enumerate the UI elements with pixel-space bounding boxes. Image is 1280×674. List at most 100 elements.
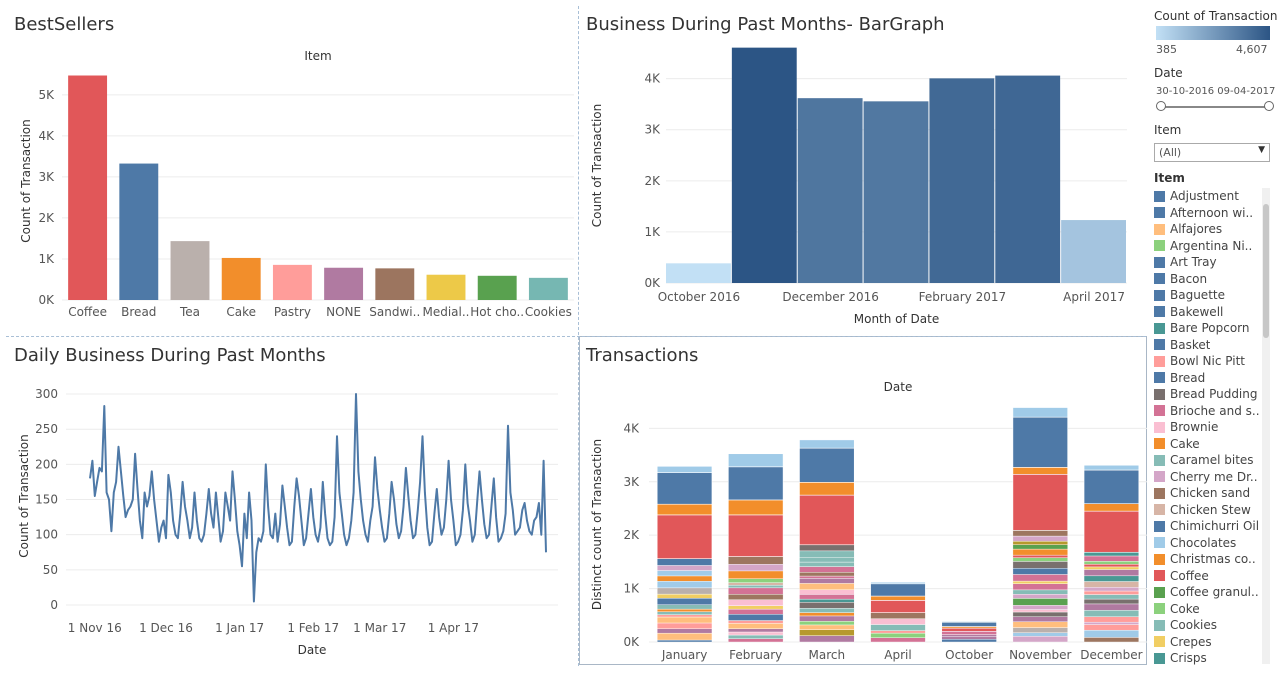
transactions-bar-segment[interactable] bbox=[728, 466, 784, 501]
item-legend-entry[interactable]: Brownie bbox=[1154, 419, 1260, 436]
transactions-bar-segment[interactable] bbox=[870, 632, 926, 638]
transactions-bar-segment[interactable] bbox=[799, 615, 855, 622]
transactions-chart[interactable]: Date 0K 1K 2K 3K 4K Distinct count of Transact… bbox=[579, 337, 1147, 665]
transactions-bar-segment[interactable] bbox=[870, 624, 926, 631]
transactions-bar-segment[interactable] bbox=[870, 612, 926, 619]
transactions-bar-segment[interactable] bbox=[799, 624, 855, 630]
transactions-bar-segment[interactable] bbox=[1083, 510, 1140, 553]
transactions-bar-segment[interactable] bbox=[799, 589, 855, 595]
transactions-bar-segment[interactable] bbox=[1012, 627, 1068, 633]
transactions-bar-segment[interactable] bbox=[799, 494, 855, 546]
transactions-bar-segment[interactable] bbox=[656, 622, 713, 629]
transactions-bar-segment[interactable] bbox=[728, 594, 784, 600]
transactions-bar-segment[interactable] bbox=[1012, 611, 1068, 617]
transactions-bar-segment[interactable] bbox=[870, 595, 926, 601]
transactions-bar-segment[interactable] bbox=[1083, 594, 1140, 600]
transactions-bar-segment[interactable] bbox=[799, 629, 855, 636]
item-legend-entry[interactable]: Bread Pudding bbox=[1154, 386, 1260, 403]
bestsellers-bar[interactable] bbox=[375, 268, 415, 300]
transactions-bar-segment[interactable] bbox=[728, 634, 784, 639]
transactions-bar-segment[interactable] bbox=[1012, 594, 1068, 599]
transactions-bar-segment[interactable] bbox=[799, 594, 855, 600]
transactions-bar-segment[interactable] bbox=[870, 583, 926, 597]
daily-chart[interactable]: 0 50 100 150 200 250 300 Count of Transaction 1 … bbox=[0, 337, 578, 674]
item-legend-entry[interactable]: Coffee bbox=[1154, 568, 1260, 585]
item-legend-entry[interactable]: Bakewell bbox=[1154, 304, 1260, 321]
item-legend-entry[interactable]: Chicken Stew bbox=[1154, 502, 1260, 519]
transactions-bar-segment[interactable] bbox=[728, 599, 784, 606]
item-legend-entry[interactable]: Cherry me Dr.. bbox=[1154, 469, 1260, 486]
transactions-bar-segment[interactable] bbox=[1012, 473, 1068, 531]
transactions-bar-segment[interactable] bbox=[870, 630, 926, 634]
transactions-bar-segment[interactable] bbox=[1012, 632, 1068, 637]
transactions-bar-segment[interactable] bbox=[1083, 587, 1140, 592]
item-legend-entry[interactable]: Basket bbox=[1154, 337, 1260, 354]
monthly-bar[interactable] bbox=[863, 101, 929, 284]
transactions-bar-segment[interactable] bbox=[799, 621, 855, 626]
transactions-bar-segment[interactable] bbox=[728, 614, 784, 621]
transactions-bar-segment[interactable] bbox=[1012, 535, 1068, 542]
monthly-bar[interactable] bbox=[797, 98, 863, 283]
transactions-bar-segment[interactable] bbox=[656, 565, 713, 571]
transactions-bar-segment[interactable] bbox=[728, 584, 784, 589]
transactions-bar-segment[interactable] bbox=[799, 583, 855, 590]
transactions-bar-segment[interactable] bbox=[799, 447, 855, 483]
chevron-down-icon[interactable]: ▼ bbox=[1258, 145, 1265, 155]
transactions-bar-segment[interactable] bbox=[656, 575, 713, 582]
transactions-bar-segment[interactable] bbox=[728, 499, 784, 516]
transactions-bar-segment[interactable] bbox=[870, 618, 926, 625]
transactions-bar-segment[interactable] bbox=[1012, 467, 1068, 475]
monthly-bar[interactable] bbox=[1061, 220, 1126, 283]
legend-scrollbar[interactable] bbox=[1262, 188, 1270, 664]
transactions-bar-segment[interactable] bbox=[1083, 464, 1140, 471]
transactions-bar-segment[interactable] bbox=[1012, 530, 1068, 537]
bestsellers-chart[interactable]: Item 0K 1K 2K 3K 4K 5K Count of Transaction Coff… bbox=[0, 0, 578, 336]
monthly-bar[interactable] bbox=[929, 78, 995, 284]
daily-series-line[interactable] bbox=[89, 393, 547, 603]
transactions-bar-segment[interactable] bbox=[1012, 416, 1068, 468]
transactions-bar-segment[interactable] bbox=[799, 572, 855, 577]
transactions-bar-segment[interactable] bbox=[941, 634, 997, 637]
transactions-bar-segment[interactable] bbox=[656, 639, 713, 643]
transactions-bar-segment[interactable] bbox=[728, 556, 784, 565]
transactions-bar-segment[interactable] bbox=[1012, 583, 1068, 591]
transactions-bar-segment[interactable] bbox=[941, 631, 997, 635]
bestsellers-bar[interactable] bbox=[477, 275, 517, 300]
bestsellers-bar[interactable] bbox=[426, 274, 466, 300]
transactions-bar-segment[interactable] bbox=[941, 636, 997, 640]
transactions-bar-segment[interactable] bbox=[656, 581, 713, 589]
bestsellers-bar[interactable] bbox=[119, 163, 159, 300]
transactions-bar-segment[interactable] bbox=[1012, 598, 1068, 606]
transactions-bar-segment[interactable] bbox=[1083, 624, 1140, 631]
item-legend-entry[interactable]: Bare Popcorn bbox=[1154, 320, 1260, 337]
bestsellers-bar[interactable] bbox=[170, 241, 210, 300]
transactions-bar-segment[interactable] bbox=[656, 514, 713, 559]
transactions-bar-segment[interactable] bbox=[799, 544, 855, 552]
transactions-bar-segment[interactable] bbox=[656, 632, 713, 641]
transactions-bar-segment[interactable] bbox=[1083, 629, 1140, 638]
transactions-bar-segment[interactable] bbox=[1012, 561, 1068, 569]
transactions-bar-segment[interactable] bbox=[1012, 544, 1068, 550]
transactions-bar-segment[interactable] bbox=[728, 587, 784, 595]
transactions-bar-segment[interactable] bbox=[1083, 469, 1140, 504]
transactions-bar-segment[interactable] bbox=[1012, 621, 1068, 628]
transactions-bar-segment[interactable] bbox=[799, 550, 855, 558]
legend-scrollbar-thumb[interactable] bbox=[1263, 204, 1269, 338]
transactions-bar-segment[interactable] bbox=[1012, 580, 1068, 584]
transactions-bar-segment[interactable] bbox=[1012, 616, 1068, 622]
transactions-bar-segment[interactable] bbox=[1012, 636, 1068, 643]
transactions-bar-segment[interactable] bbox=[941, 621, 997, 623]
monthly-bar[interactable] bbox=[666, 263, 731, 283]
transactions-bar-segment[interactable] bbox=[656, 628, 713, 634]
transactions-bar-segment[interactable] bbox=[1012, 605, 1068, 610]
transactions-bar-segment[interactable] bbox=[870, 637, 926, 643]
transactions-bar-segment[interactable] bbox=[728, 582, 784, 586]
transactions-bar-segment[interactable] bbox=[1012, 557, 1068, 562]
transactions-bar-segment[interactable] bbox=[656, 503, 713, 516]
monthly-chart[interactable]: 0K 1K 2K 3K 4K Count of Transaction October 20… bbox=[579, 0, 1147, 336]
item-legend-entry[interactable]: Chicken sand bbox=[1154, 485, 1260, 502]
transactions-bar-segment[interactable] bbox=[1012, 407, 1068, 418]
transactions-bar-segment[interactable] bbox=[1012, 540, 1068, 545]
transactions-bar-segment[interactable] bbox=[1083, 566, 1140, 570]
transactions-bar-segment[interactable] bbox=[1083, 555, 1140, 562]
